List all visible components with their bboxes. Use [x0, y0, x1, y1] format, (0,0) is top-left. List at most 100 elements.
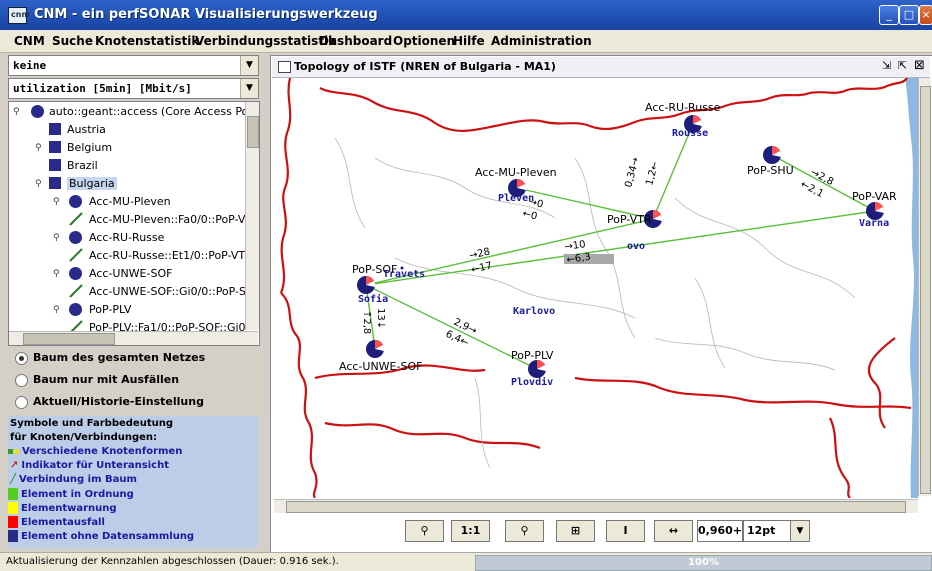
tree-toggle-icon[interactable]: ⚲	[53, 197, 60, 207]
radio-current-history-label: Aktuell/Historie-Einstellung	[33, 395, 204, 408]
tree-item[interactable]: Acc-RU-Russe::Et1/0::PoP-VT	[9, 247, 245, 264]
legend-item: ╱ Verbindung im Baum	[10, 474, 137, 485]
svg-text:PoP-PLV: PoP-PLV	[511, 349, 554, 362]
map-horizontal-scrollbar[interactable]	[274, 499, 918, 513]
tree-item[interactable]: ⚲ Acc-UNWE-SOF	[9, 265, 245, 282]
zoom-reset-button[interactable]: 1:1	[451, 520, 490, 542]
legend-title: Symbole und Farbbedeutung	[10, 418, 173, 429]
menu-hilfe[interactable]: Hilfe	[453, 34, 485, 48]
tree-item[interactable]: ⚲ PoP-PLV	[9, 301, 245, 318]
title-bar: cnm CNM - ein perfSONAR Visualisierungsw…	[0, 0, 932, 30]
window-title: CNM - ein perfSONAR Visualisierungswerkz…	[34, 7, 378, 22]
svg-text:Plovdiv: Plovdiv	[511, 376, 553, 388]
close-button[interactable]: ×	[919, 5, 932, 25]
radio-current-history[interactable]	[15, 396, 28, 409]
tree-toggle-icon[interactable]: ⚲	[13, 107, 20, 117]
pan-tool-button[interactable]: ⚲	[405, 520, 444, 542]
radio-full-tree[interactable]	[15, 352, 28, 365]
app-icon: cnm	[8, 7, 30, 24]
tree-item[interactable]: Acc-MU-Pleven::Fa0/0::PoP-V	[9, 211, 245, 228]
tree-toggle-icon[interactable]: ⚲	[53, 305, 60, 315]
horizontal-fit-icon: ↔	[668, 524, 679, 537]
link-line-icon	[69, 212, 83, 226]
scrollbar-thumb[interactable]	[23, 333, 115, 345]
node-square-icon	[49, 177, 61, 189]
svg-text:PoP-VTR: PoP-VTR	[607, 213, 652, 226]
legend-item: Elementausfall	[8, 516, 105, 528]
topology-title: Topology of ISTF (NREN of Bulgaria - MA1…	[294, 60, 556, 73]
link-line-icon: ╱	[10, 474, 17, 485]
tree-horizontal-scrollbar[interactable]	[9, 331, 258, 345]
filter-combo[interactable]: keine ▼	[8, 55, 259, 76]
legend-swatch	[8, 488, 18, 500]
tree-item[interactable]: ⚲ Acc-MU-Pleven	[9, 193, 245, 210]
radio-failures-only[interactable]	[15, 374, 28, 387]
tree-item-bulgaria[interactable]: ⚲ Bulgaria	[9, 175, 245, 192]
font-size-combo[interactable]: 12pt	[743, 520, 792, 542]
scrollbar-thumb[interactable]	[247, 116, 259, 148]
close-icon[interactable]: ⊠	[914, 58, 925, 73]
tree-toggle-icon[interactable]: ⚲	[53, 233, 60, 243]
zoom-value-field[interactable]: 0,960+	[697, 520, 743, 542]
menu-verbindungsstatistik[interactable]: Verbindungsstatistik	[195, 34, 336, 48]
chevron-down-icon[interactable]: ▼	[790, 520, 810, 542]
fit-height-button[interactable]: Ⅰ	[606, 520, 645, 542]
radio-full-tree-label: Baum des gesamten Netzes	[33, 351, 206, 364]
svg-text:Pleven: Pleven	[498, 193, 534, 204]
legend-item: Verschiedene Knotenformen	[8, 446, 182, 457]
link-label: ↑2,8	[361, 310, 372, 334]
window-icon	[278, 61, 291, 73]
menu-optionen[interactable]: Optionen	[393, 34, 455, 48]
link-line-icon	[69, 284, 83, 298]
svg-text:ovo: ovo	[627, 241, 645, 252]
maximize-button[interactable]: □	[899, 5, 919, 25]
tree-item[interactable]: ⚲ Belgium	[9, 139, 245, 156]
minimize-button[interactable]: _	[879, 5, 899, 25]
svg-text:Acc-MU-Pleven: Acc-MU-Pleven	[475, 166, 557, 179]
map-vertical-scrollbar[interactable]	[918, 78, 931, 496]
zoom-button[interactable]: ⚲	[505, 520, 544, 542]
menu-knotenstatistik[interactable]: Knotenstatistik	[95, 34, 199, 48]
tree-item[interactable]: Acc-UNWE-SOF::Gi0/0::PoP-S	[9, 283, 246, 300]
topology-header: Topology of ISTF (NREN of Bulgaria - MA1…	[272, 57, 930, 78]
node-square-icon	[49, 123, 61, 135]
tree-item[interactable]: ⚲ Acc-RU-Russe	[9, 229, 245, 246]
tree-item[interactable]: Brazil	[9, 157, 245, 174]
legend-swatch	[14, 449, 19, 454]
link-line-icon	[69, 248, 83, 262]
scrollbar-thumb[interactable]	[286, 501, 906, 513]
menu-cnm[interactable]: CNM	[14, 34, 45, 48]
chevron-down-icon[interactable]: ▼	[240, 56, 258, 75]
legend-swatch	[8, 502, 18, 514]
menu-suche[interactable]: Suche	[52, 34, 93, 48]
scrollbar-thumb[interactable]	[920, 86, 931, 494]
chevron-down-icon[interactable]: ▼	[240, 79, 258, 98]
topology-map[interactable]: 0,34→ 1,2← →0 ←0 →2,8 ←2,1 →10 ←6,3 →28 …	[275, 78, 918, 498]
legend-item: Element ohne Datensammlung	[8, 530, 194, 542]
menu-administration[interactable]: Administration	[491, 34, 592, 48]
fit-icon: ⊞	[570, 524, 581, 537]
svg-text:Sofia: Sofia	[358, 293, 388, 305]
tree-toggle-icon[interactable]: ⚲	[35, 179, 42, 189]
svg-text:Rousse: Rousse	[672, 128, 708, 139]
tree-toggle-icon[interactable]: ⚲	[35, 143, 42, 153]
status-bar: Aktualisierung der Kennzahlen abgeschlos…	[0, 552, 932, 571]
minimize-icon[interactable]: ⇲	[882, 59, 891, 72]
tree-vertical-scrollbar[interactable]	[245, 102, 259, 330]
node-square-icon	[49, 141, 61, 153]
node-circle-icon	[69, 303, 82, 316]
svg-text:PoP-VAR: PoP-VAR	[852, 190, 897, 203]
filter-combo-value: keine	[13, 59, 47, 72]
network-tree[interactable]: ⚲ auto::geant::access (Core Access Poir …	[8, 101, 260, 346]
tree-toggle-icon[interactable]: ⚲	[53, 269, 60, 279]
tree-item[interactable]: Austria	[9, 121, 245, 138]
progress-label: 100%	[688, 557, 719, 568]
menu-dashboard[interactable]: Dashboard	[319, 34, 392, 48]
arrow-indicator-icon: ↗	[10, 460, 19, 471]
maximize-icon[interactable]: ⇱	[898, 59, 907, 72]
fit-all-button[interactable]: ⊞	[556, 520, 595, 542]
metric-combo[interactable]: utilization [5min] [Mbit/s] ▼	[8, 78, 259, 99]
tree-item[interactable]: ⚲ auto::geant::access (Core Access Poir	[9, 103, 256, 120]
fit-width-button[interactable]: ↔	[654, 520, 693, 542]
legend-swatch	[8, 516, 18, 528]
